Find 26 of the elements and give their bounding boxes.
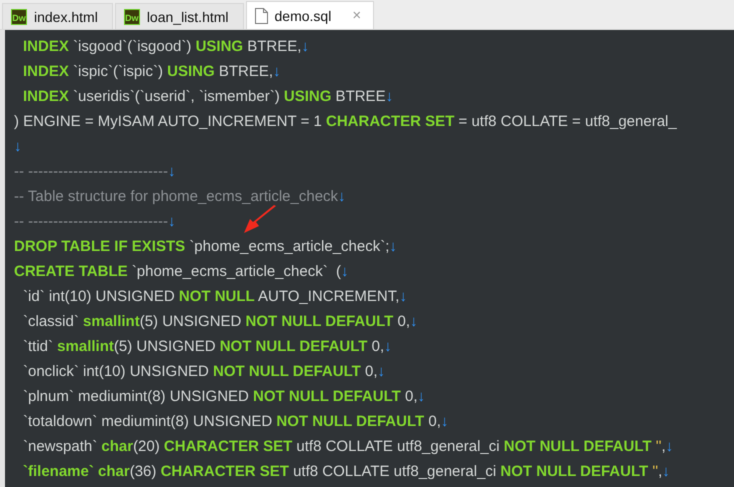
- code-line: INDEX `isgood`(`isgood`) USING BTREE,↓: [22, 37, 309, 57]
- code-line: CREATE TABLE `phome_ecms_article_check` (↓: [14, 262, 349, 282]
- app-badge-icon: Dw: [124, 8, 140, 24]
- code-line: `totaldown` mediumint(8) UNSIGNED NOT NULL DEFAULT 0,↓: [22, 412, 448, 432]
- file-tab[interactable]: Dw loan_list.html: [114, 3, 244, 29]
- code-line: `onclick` int(10) UNSIGNED NOT NULL DEFAULT 0,↓: [22, 362, 386, 382]
- code-line: `id` int(10) UNSIGNED NOT NULL AUTO_INCREMENT,↓: [22, 287, 407, 307]
- code-editor[interactable]: [0, 30, 734, 487]
- file-tab[interactable]: demo.sql ×: [246, 1, 374, 29]
- file-tab[interactable]: Dw index.html: [2, 3, 113, 29]
- code-line: `classid` smallint(5) UNSIGNED NOT NULL DEFAULT 0,↓: [22, 312, 418, 332]
- code-line: -- Table structure for phome_ecms_article_check↓: [14, 187, 346, 207]
- code-line: INDEX `ispic`(`ispic`) USING BTREE,↓: [22, 62, 281, 82]
- code-line: -- ----------------------------↓: [14, 212, 176, 232]
- arrow-annotation: [243, 205, 277, 234]
- code-line: `newspath` char(20) CHARACTER SET utf8 COLLATE utf8_general_ci NOT NULL DEFAULT '',↓: [22, 437, 674, 457]
- document-icon: [254, 8, 268, 24]
- code-line: `plnum` mediumint(8) UNSIGNED NOT NULL DEFAULT 0,↓: [22, 387, 426, 407]
- code-line: -- ----------------------------↓: [14, 162, 176, 182]
- code-line: DROP TABLE IF EXISTS `phome_ecms_article_check`;↓: [14, 237, 397, 257]
- code-line: `ttid` smallint(5) UNSIGNED NOT NULL DEFAULT 0,↓: [22, 337, 392, 357]
- code-line: `filename` char(36) CHARACTER SET utf8 COLLATE utf8_general_ci NOT NULL DEFAULT '',↓: [22, 462, 670, 482]
- code-line: ↓: [14, 137, 22, 157]
- code-line: INDEX `useridis`(`userid`, `ismember`) USING BTREE↓: [22, 87, 394, 107]
- code-line: ) ENGINE = MyISAM AUTO_INCREMENT = 1 CHARACTER SET = utf8 COLLATE = utf8_general_: [14, 112, 677, 132]
- app-badge-icon: Dw: [11, 8, 27, 24]
